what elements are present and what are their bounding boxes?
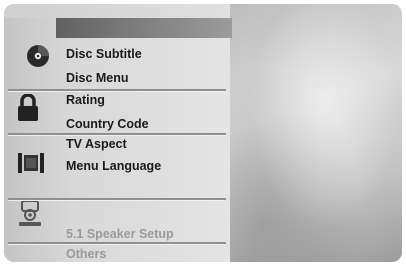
group-divider — [8, 198, 226, 200]
menu-item-rating[interactable]: Rating — [66, 92, 105, 108]
group-divider — [8, 242, 226, 244]
padlock-icon[interactable] — [16, 93, 40, 122]
disc-icon[interactable] — [26, 44, 50, 68]
top-band — [4, 4, 230, 18]
speaker-icon[interactable] — [18, 200, 42, 227]
group-divider — [8, 89, 226, 91]
menu-item-country-code[interactable]: Country Code — [66, 116, 149, 132]
menu-item-speaker-setup[interactable]: 5.1 Speaker Setup — [66, 226, 174, 242]
menu-header-bar — [56, 18, 232, 38]
group-divider — [8, 133, 226, 135]
menu-item-others[interactable]: Others — [66, 246, 106, 262]
menu-item-disc-menu[interactable]: Disc Menu — [66, 70, 129, 86]
menu-item-disc-subtitle[interactable]: Disc Subtitle — [66, 46, 142, 62]
setup-menu-screen: Disc Subtitle Disc Menu Rating Country C… — [4, 4, 402, 262]
tv-screen-icon[interactable] — [18, 153, 44, 173]
menu-item-menu-language[interactable]: Menu Language — [66, 158, 161, 174]
menu-item-tv-aspect[interactable]: TV Aspect — [66, 136, 127, 152]
preview-pane — [230, 4, 402, 262]
